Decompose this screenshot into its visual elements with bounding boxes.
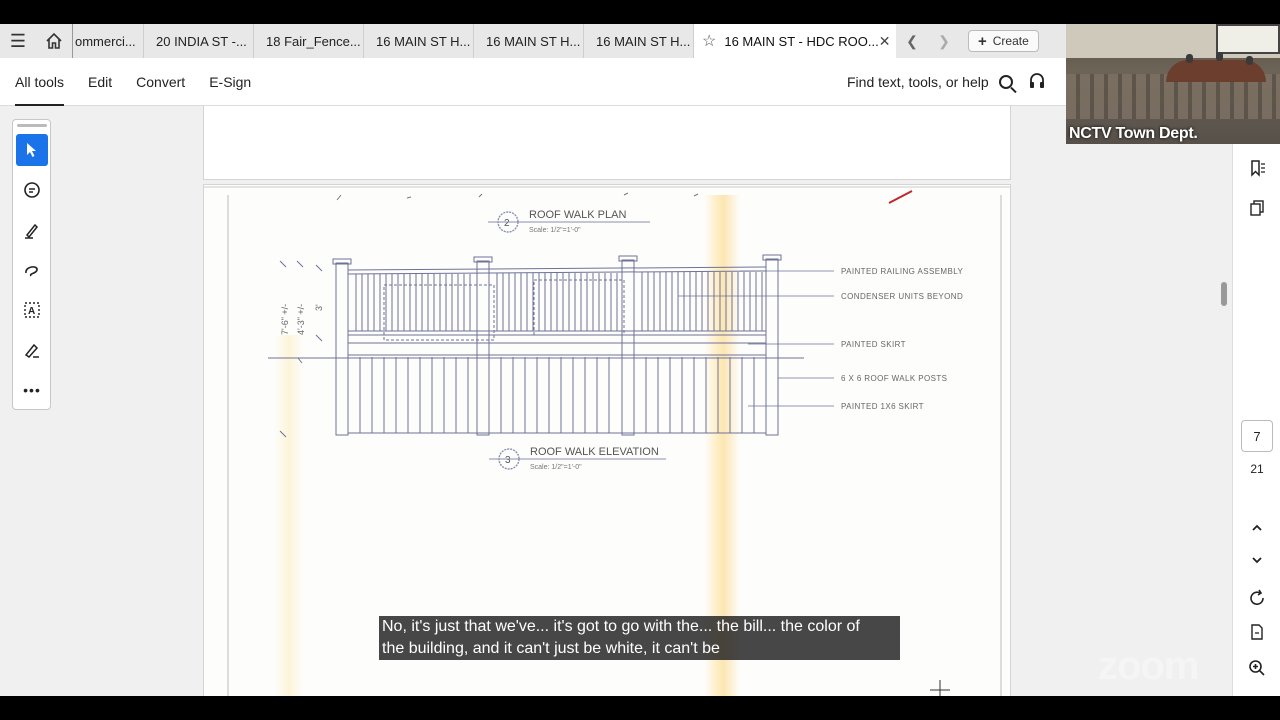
callout-skirt: PAINTED SKIRT [841,340,906,349]
highlight-pen-icon[interactable] [16,214,48,246]
previous-page [203,106,1011,180]
panel-grip[interactable] [17,124,47,127]
svg-text:A: A [28,306,35,317]
select-cursor-icon[interactable] [16,134,48,166]
menu-all-tools[interactable]: All tools [15,58,65,106]
plan-title: ROOF WALK PLAN [529,209,626,221]
tab-strip: ☰ ommerci... 20 INDIA ST -... 18 Fair_Fe… [0,24,1066,58]
add-comment-icon[interactable] [16,174,48,206]
pages-icon[interactable] [1245,196,1269,220]
tab-active-document[interactable]: ☆ 16 MAIN ST - HDC ROO... ✕ [694,24,896,58]
closed-caption: No, it's just that we've... it's got to … [379,616,900,660]
dimension-overall: 7'-6" +/- [280,304,290,335]
video-person [1216,52,1223,61]
tab-document[interactable]: 16 MAIN ST H... [474,24,584,58]
tab-document[interactable]: 18 Fair_Fence... [254,24,364,58]
more-tools-icon[interactable]: ••• [16,374,48,406]
page-total: 21 [1250,462,1264,476]
next-page-icon[interactable] [1245,548,1269,572]
page-number-input[interactable]: 7 [1241,420,1273,452]
video-screen [1216,24,1280,54]
star-icon[interactable]: ☆ [702,31,716,51]
plus-icon: + [978,32,987,50]
quick-tools-panel: A ••• [12,119,51,410]
rotate-icon[interactable] [1245,586,1269,610]
video-person [1186,54,1193,63]
text-box-icon[interactable]: A [16,294,48,326]
fill-sign-icon[interactable] [16,334,48,366]
tab-scroll-right-icon[interactable]: ❯ [928,24,960,58]
caption-line: No, it's just that we've... it's got to … [382,618,860,635]
elevation-title: ROOF WALK ELEVATION [530,446,659,458]
menu-edit[interactable]: Edit [88,58,112,106]
bookmark-icon[interactable] [1245,156,1269,180]
elevation-scale: Scale: 1/2"=1'-0" [530,464,582,471]
zoom-watermark: zoom [1098,644,1199,688]
tab-document[interactable]: ommerci... [72,24,144,58]
tab-document[interactable]: 16 MAIN ST H... [364,24,474,58]
scrollbar-thumb[interactable] [1221,282,1227,306]
close-tab-icon[interactable]: ✕ [879,33,891,50]
video-participant-name: NCTV Town Dept. [1069,125,1198,142]
bottom-letterbox [0,696,1280,720]
dimension-railing: 3' [314,304,324,311]
menu-e-sign[interactable]: E-Sign [209,58,251,106]
callout-posts: 6 X 6 ROOF WALK POSTS [841,374,947,383]
participant-video[interactable]: NCTV Town Dept. [1066,24,1280,144]
dimension-skirt: 4'-3" +/- [296,304,306,335]
callout-1x6-skirt: PAINTED 1X6 SKIRT [841,402,924,411]
previous-page-icon[interactable] [1245,516,1269,540]
search-icon[interactable] [998,75,1013,89]
elevation-detail-number: 3 [505,455,511,466]
menu-convert[interactable]: Convert [136,58,185,106]
plan-scale: Scale: 1/2"=1'-0" [529,227,581,234]
caption-line: the building, and it can't just be white… [382,640,720,657]
hamburger-menu-icon[interactable]: ☰ [0,24,36,58]
tab-scroll-left-icon[interactable]: ❮ [896,24,928,58]
find-search-box[interactable]: Find text, tools, or help [847,58,1013,106]
right-rail: 7 21 [1232,106,1280,696]
fit-page-icon[interactable] [1245,620,1269,644]
video-person [1246,56,1253,65]
top-letterbox [0,0,1280,24]
tab-document[interactable]: 16 MAIN ST H... [584,24,694,58]
pdf-viewer-window: ☰ ommerci... 20 INDIA ST -... 18 Fair_Fe… [0,24,1280,696]
home-icon[interactable] [36,24,72,58]
headset-icon[interactable] [1028,72,1046,95]
zoom-in-icon[interactable] [1245,656,1269,680]
plan-detail-number: 2 [504,218,510,229]
create-button[interactable]: + Create [968,30,1039,52]
callout-condenser: CONDENSER UNITS BEYOND [841,292,963,301]
vertical-scrollbar[interactable] [1218,106,1232,696]
main-toolbar: All tools Edit Convert E-Sign Find text,… [0,58,1232,106]
tab-document[interactable]: 20 INDIA ST -... [144,24,254,58]
callout-railing: PAINTED RAILING ASSEMBLY [841,267,963,276]
draw-freehand-icon[interactable] [16,254,48,286]
